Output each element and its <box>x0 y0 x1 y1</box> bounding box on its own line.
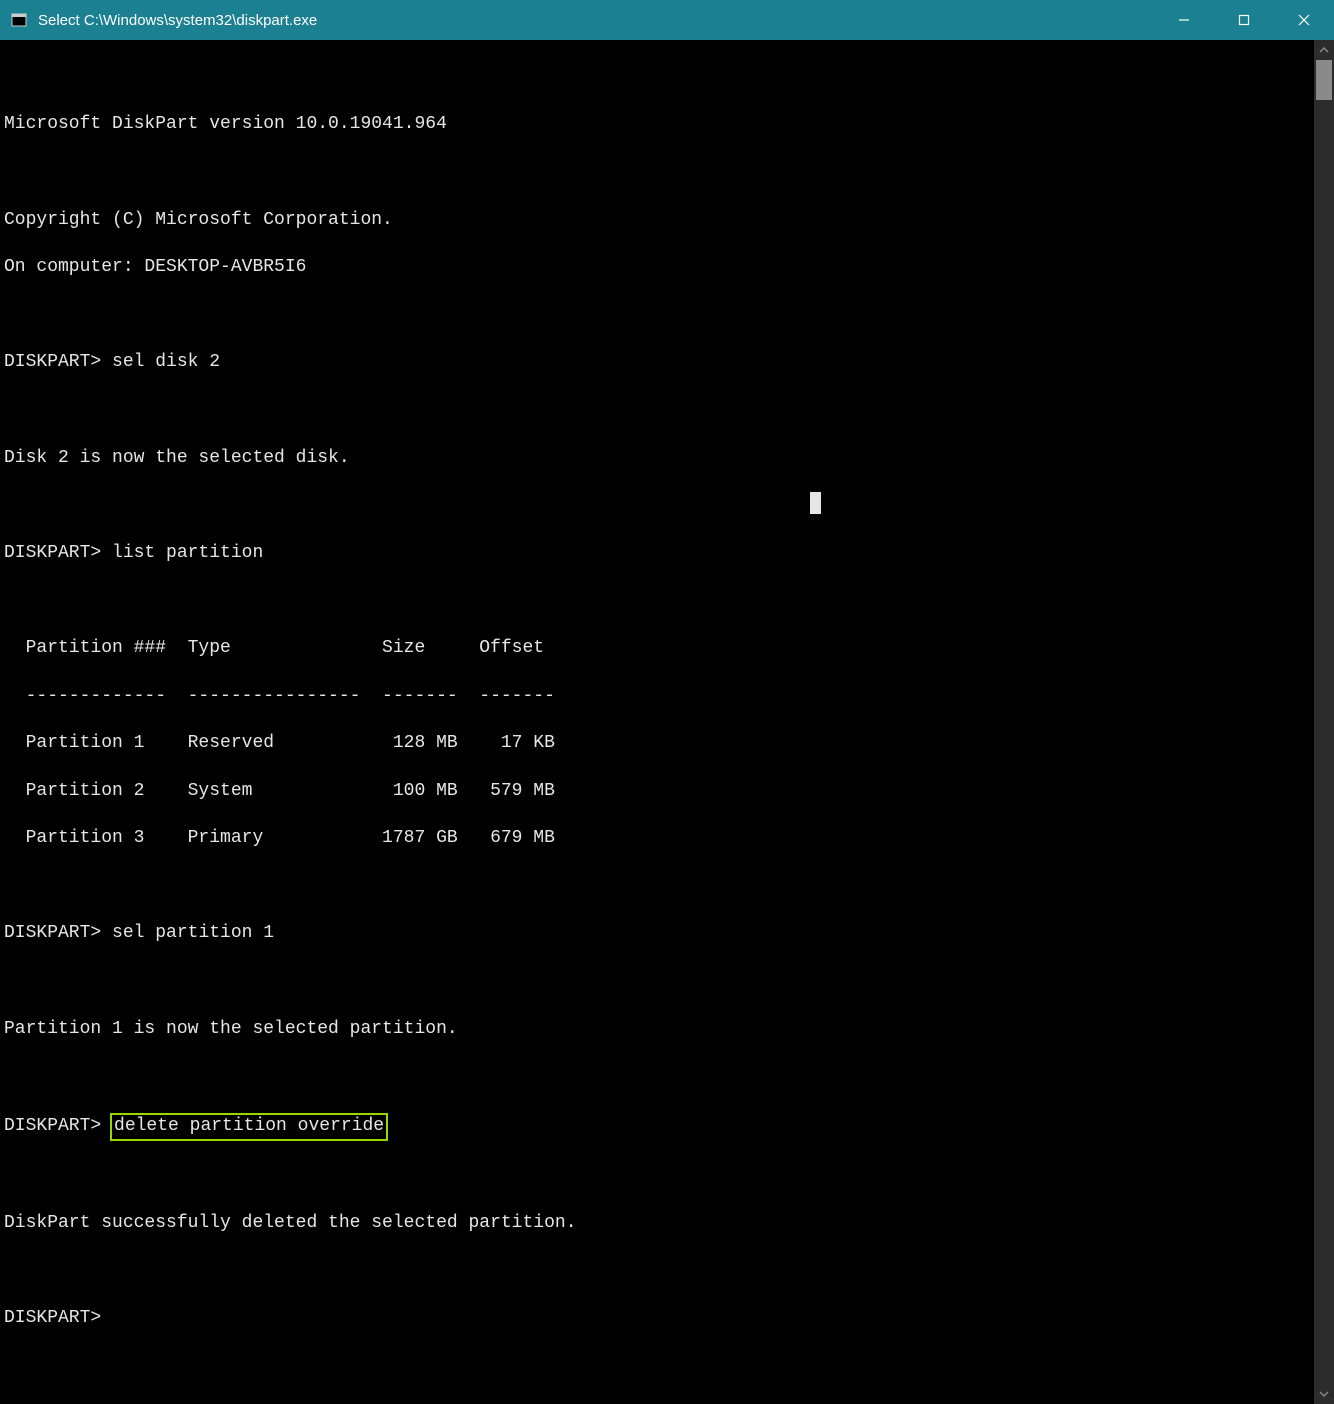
table-row: Partition 1 Reserved 128 MB 17 KB <box>4 732 1312 756</box>
response-3: Partition 1 is now the selected partitio… <box>4 1018 1312 1042</box>
command-sel-disk: sel disk 2 <box>112 352 220 372</box>
response-4: DiskPart successfully deleted the select… <box>4 1212 1312 1236</box>
scrollbar-thumb[interactable] <box>1316 60 1332 100</box>
terminal-output[interactable]: Microsoft DiskPart version 10.0.19041.96… <box>0 40 1314 1404</box>
prompt: DISKPART> <box>4 1308 101 1328</box>
computer-line: On computer: DESKTOP-AVBR5I6 <box>4 256 1312 280</box>
prompt: DISKPART> <box>4 1116 101 1136</box>
version-line: Microsoft DiskPart version 10.0.19041.96… <box>4 113 1312 137</box>
prompt-line-1: DISKPART> sel disk 2 <box>4 351 1312 375</box>
minimize-button[interactable] <box>1154 0 1214 40</box>
table-header: Partition ### Type Size Offset <box>4 637 1312 661</box>
vertical-scrollbar[interactable] <box>1314 40 1334 1404</box>
close-button[interactable] <box>1274 0 1334 40</box>
app-icon <box>10 11 28 29</box>
window-title: Select C:\Windows\system32\diskpart.exe <box>38 12 1154 29</box>
prompt: DISKPART> <box>4 543 101 563</box>
window-controls <box>1154 0 1334 40</box>
text-cursor <box>810 492 821 514</box>
scroll-down-arrow[interactable] <box>1314 1384 1334 1404</box>
maximize-button[interactable] <box>1214 0 1274 40</box>
table-row: Partition 2 System 100 MB 579 MB <box>4 780 1312 804</box>
terminal-wrapper: Microsoft DiskPart version 10.0.19041.96… <box>0 40 1334 1404</box>
diskpart-window: Select C:\Windows\system32\diskpart.exe … <box>0 0 1334 758</box>
command-sel-partition: sel partition 1 <box>112 923 274 943</box>
table-row: Partition 3 Primary 1787 GB 679 MB <box>4 827 1312 851</box>
prompt: DISKPART> <box>4 352 101 372</box>
response-1: Disk 2 is now the selected disk. <box>4 447 1312 471</box>
prompt-line-4: DISKPART> delete partition override <box>4 1113 1312 1141</box>
copyright-line: Copyright (C) Microsoft Corporation. <box>4 209 1312 233</box>
prompt-line-2: DISKPART> list partition <box>4 542 1312 566</box>
table-divider: ------------- ---------------- ------- -… <box>4 685 1312 709</box>
highlighted-command: delete partition override <box>110 1113 388 1141</box>
prompt: DISKPART> <box>4 923 101 943</box>
command-list-partition: list partition <box>112 543 263 563</box>
prompt-line-3: DISKPART> sel partition 1 <box>4 922 1312 946</box>
command-delete-partition: delete partition override <box>114 1116 384 1136</box>
prompt-line-5: DISKPART> <box>4 1307 1312 1331</box>
titlebar[interactable]: Select C:\Windows\system32\diskpart.exe <box>0 0 1334 40</box>
scroll-up-arrow[interactable] <box>1314 40 1334 60</box>
